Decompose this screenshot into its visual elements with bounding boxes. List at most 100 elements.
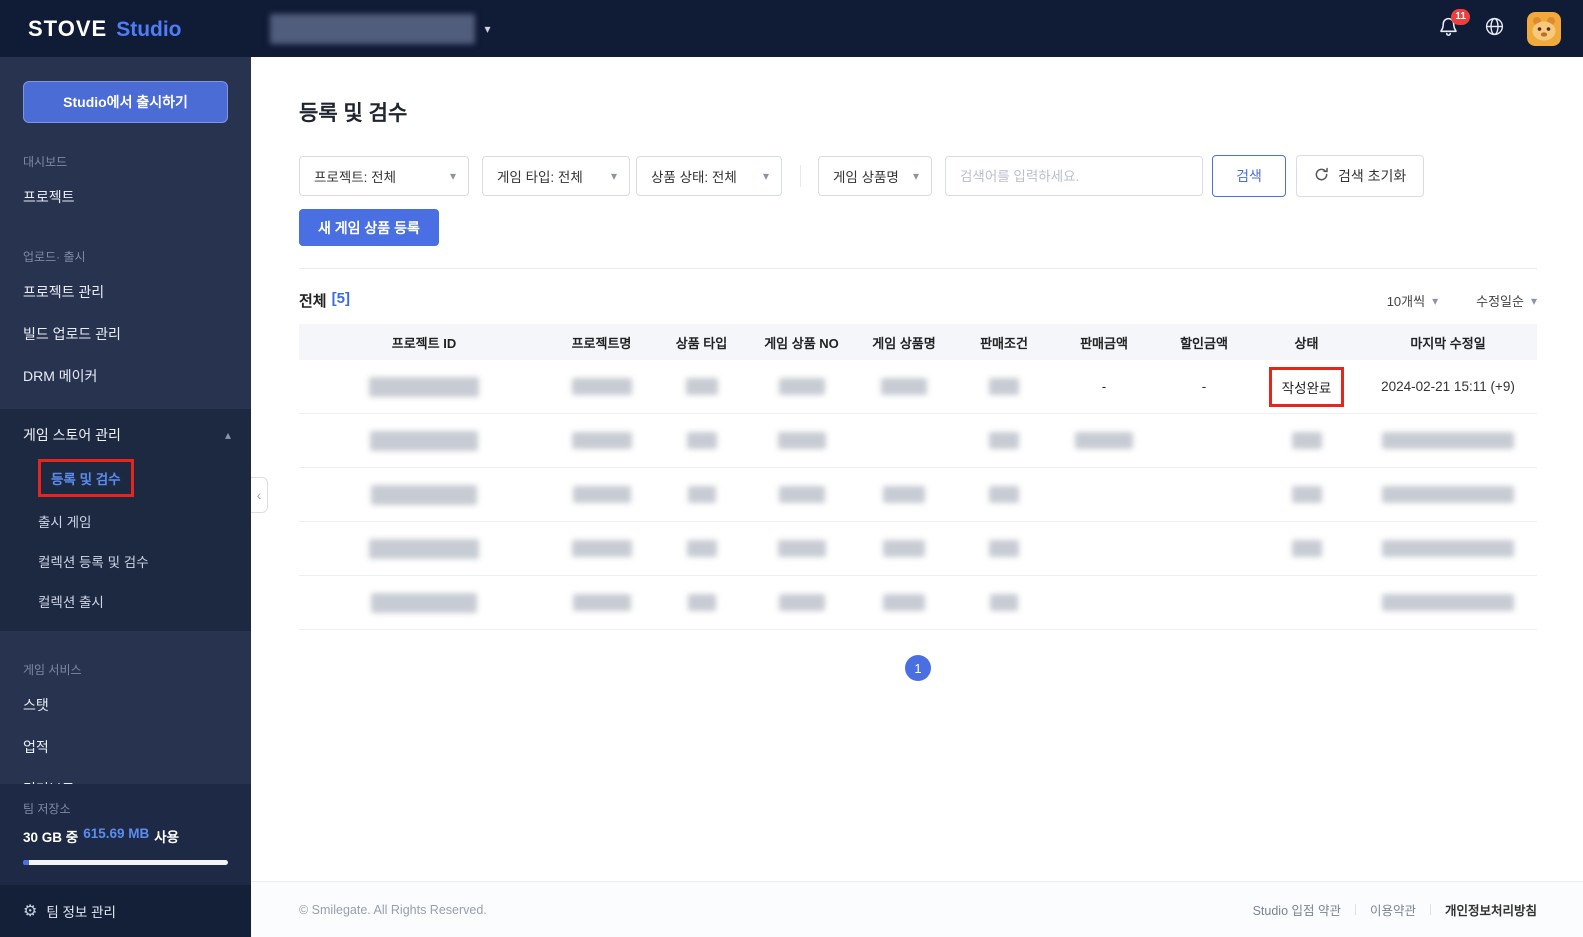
reset-button-label: 검색 초기화 <box>1338 168 1407 184</box>
stove-studio-logo[interactable]: STOVE Studio <box>28 16 182 42</box>
project-filter-dropdown[interactable]: 프로젝트: 전체 ▾ <box>299 156 469 196</box>
pagination: 1 <box>299 655 1537 681</box>
redacted-cell <box>1382 486 1514 503</box>
products-table: 프로젝트 ID 프로젝트명 상품 타입 게임 상품 NO 게임 상품명 판매조건… <box>299 324 1537 630</box>
sidebar-collapse-button[interactable]: ‹ <box>251 477 268 513</box>
list-header: 전체 [5] 10개씩 ▾ 수정일순 ▾ <box>299 290 1537 311</box>
page-size-label: 10개씩 <box>1386 294 1426 309</box>
notifications-button[interactable]: 11 <box>1435 8 1470 42</box>
caret-down-icon: ▾ <box>610 169 617 183</box>
avatar[interactable] <box>1527 11 1561 46</box>
language-button[interactable] <box>1481 16 1507 42</box>
sidebar-item-project-management[interactable]: 프로젝트 관리 <box>0 271 251 313</box>
sidebar-item-build-upload[interactable]: 빌드 업로드 관리 <box>0 313 251 355</box>
redacted-cell <box>370 430 478 451</box>
table-header-row: 프로젝트 ID 프로젝트명 상품 타입 게임 상품 NO 게임 상품명 판매조건… <box>299 324 1537 360</box>
page-size-dropdown[interactable]: 10개씩 ▾ <box>1387 291 1438 310</box>
status-cell: 작성완료 <box>1254 366 1359 407</box>
table-row[interactable] <box>299 576 1537 630</box>
redacted-cell <box>1075 432 1133 449</box>
redacted-cell <box>1291 486 1322 503</box>
storage-progress-fill <box>23 860 30 865</box>
team-storage-panel: 팀 저장소 30 GB 중 615.69 MB 사용 <box>0 784 251 885</box>
redacted-cell <box>572 594 631 611</box>
redacted-cell <box>989 540 1019 557</box>
sidebar-item-project[interactable]: 프로젝트 <box>0 176 251 218</box>
sidebar-item-registration-review[interactable]: 등록 및 검수 <box>0 455 251 501</box>
search-input[interactable] <box>945 156 1203 196</box>
redacted-cell <box>990 594 1018 611</box>
sidebar-item-drm-maker[interactable]: DRM 메이커 <box>0 355 251 397</box>
logo-stove-text: STOVE <box>28 15 108 41</box>
footer: © Smilegate. All Rights Reserved. Studio… <box>251 881 1583 937</box>
sidebar-item-collection-registration[interactable]: 컬렉션 등록 및 검수 <box>0 541 251 581</box>
table-row[interactable] <box>299 414 1537 468</box>
table-row[interactable]: - - 작성완료 2024-02-21 15:11 (+9) <box>299 360 1537 414</box>
project-switcher-dropdown[interactable]: ▾ <box>269 13 491 44</box>
logo-studio-text: Studio <box>116 17 182 41</box>
sidebar-group-game-store: 게임 스토어 관리 ▴ 등록 및 검수 출시 게임 컬렉션 등록 및 검수 컬렉… <box>0 409 251 631</box>
redacted-cell <box>1382 540 1514 557</box>
caret-down-icon: ▾ <box>484 21 491 36</box>
topbar-actions: 11 <box>1435 8 1561 46</box>
storage-total: 30 GB 중 <box>23 830 79 845</box>
table-row[interactable] <box>299 468 1537 522</box>
caret-down-icon: ▾ <box>1432 293 1439 308</box>
sidebar-item-collection-release[interactable]: 컬렉션 출시 <box>0 581 251 621</box>
section-divider <box>299 268 1537 269</box>
notification-badge: 11 <box>1451 8 1470 25</box>
sidebar-item-released-games[interactable]: 출시 게임 <box>0 501 251 541</box>
team-info-button[interactable]: ⚙ 팀 정보 관리 <box>0 885 251 937</box>
caret-down-icon: ▾ <box>762 169 769 183</box>
redacted-cell <box>989 432 1019 449</box>
footer-link-privacy[interactable]: 개인정보처리방침 <box>1445 900 1537 919</box>
sidebar-item-stats[interactable]: 스탯 <box>0 684 251 726</box>
sidebar-item-achievements[interactable]: 업적 <box>0 726 251 768</box>
game-type-filter-dropdown[interactable]: 게임 타입: 전체 ▾ <box>482 156 630 196</box>
redacted-cell <box>883 540 925 557</box>
redacted-cell <box>571 378 632 395</box>
redacted-cell <box>778 486 825 503</box>
redacted-cell <box>1291 540 1322 557</box>
product-state-filter-dropdown[interactable]: 상품 상태: 전체 ▾ <box>636 156 782 196</box>
column-header: 상품 타입 <box>675 335 728 351</box>
dropdown-label: 상품 상태: 전체 <box>651 170 737 185</box>
redacted-cell <box>989 378 1019 395</box>
sidebar: Studio에서 출시하기 대시보드 프로젝트 업로드· 출시 프로젝트 관리 … <box>0 57 251 937</box>
redacted-cell <box>685 378 718 395</box>
redacted-cell <box>369 376 479 397</box>
total-label: 전체 <box>299 293 327 310</box>
team-info-label: 팀 정보 관리 <box>46 905 116 920</box>
chevron-left-icon: ‹ <box>256 487 262 503</box>
search-button[interactable]: 검색 <box>1212 155 1286 197</box>
refresh-icon <box>1314 167 1329 185</box>
column-header: 판매금액 <box>1080 335 1128 351</box>
caret-down-icon: ▾ <box>912 169 919 183</box>
last-modified-cell: 2024-02-21 15:11 (+9) <box>1381 379 1515 394</box>
discount-cell: - <box>1201 379 1207 394</box>
redacted-cell <box>1291 432 1322 449</box>
column-header: 게임 상품 NO <box>764 335 839 351</box>
redacted-cell <box>371 592 477 613</box>
redacted-cell <box>686 540 717 557</box>
column-header: 상태 <box>1294 335 1319 351</box>
footer-link-studio-terms[interactable]: Studio 입점 약관 <box>1253 900 1341 919</box>
sidebar-group-header-game-store[interactable]: 게임 스토어 관리 ▴ <box>0 415 251 455</box>
caret-down-icon: ▾ <box>1530 293 1537 308</box>
page-1-button[interactable]: 1 <box>905 655 931 681</box>
sort-order-dropdown[interactable]: 수정일순 ▾ <box>1476 291 1537 310</box>
search-field-dropdown[interactable]: 게임 상품명 ▾ <box>818 156 932 196</box>
column-header: 프로젝트 ID <box>391 335 457 351</box>
publish-from-studio-button[interactable]: Studio에서 출시하기 <box>23 81 228 123</box>
footer-link-terms[interactable]: 이용약관 <box>1370 900 1416 919</box>
sidebar-group-label: 게임 스토어 관리 <box>23 427 121 443</box>
sidebar-item-label: 등록 및 검수 <box>51 472 121 487</box>
new-game-product-button[interactable]: 새 게임 상품 등록 <box>299 209 439 246</box>
redacted-cell <box>883 486 925 503</box>
redacted-cell <box>777 540 826 557</box>
sidebar-section-game-service: 게임 서비스 <box>23 663 82 677</box>
storage-progress-bar <box>23 860 228 865</box>
table-row[interactable] <box>299 522 1537 576</box>
search-reset-button[interactable]: 검색 초기화 <box>1296 155 1425 197</box>
redacted-cell <box>881 378 927 395</box>
